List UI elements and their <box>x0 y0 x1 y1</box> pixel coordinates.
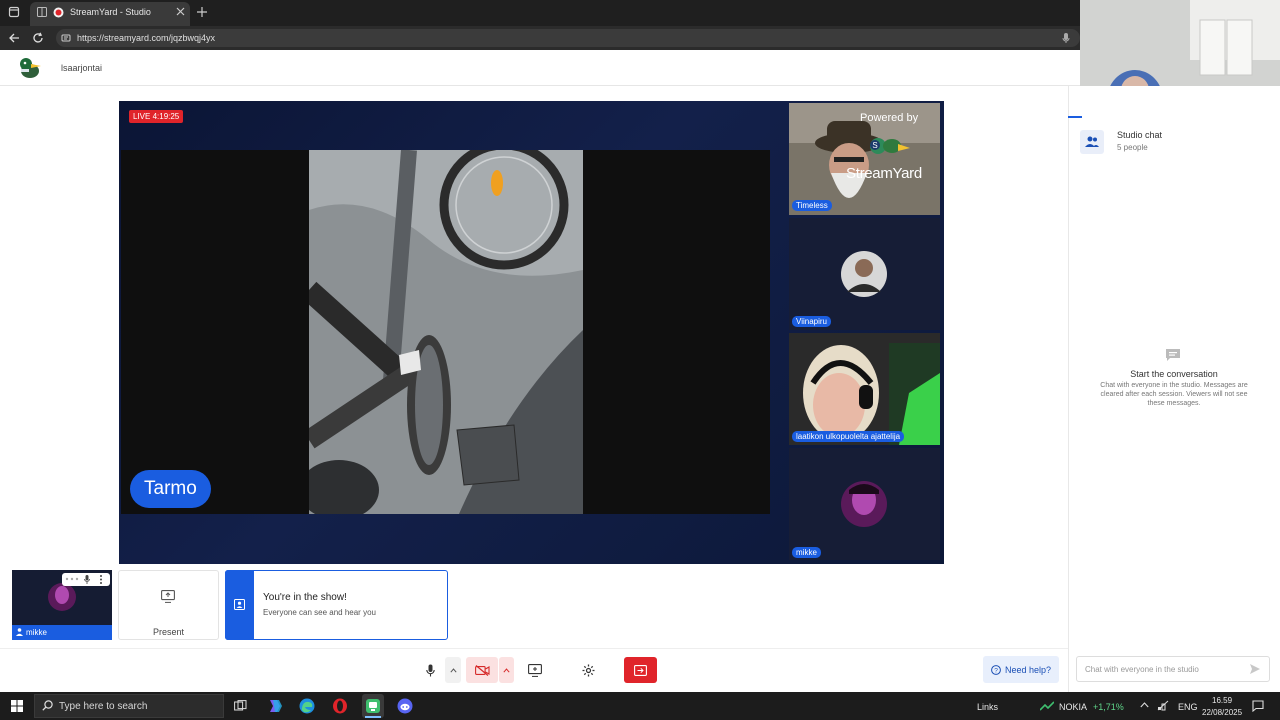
taskbar-search-placeholder: Type here to search <box>59 701 148 712</box>
camera-options-button[interactable] <box>499 657 514 683</box>
show-status-card <box>225 570 448 640</box>
tile-label-mikke: mikke <box>792 547 821 558</box>
settings-button[interactable] <box>574 657 602 683</box>
network-icon[interactable] <box>1157 700 1169 711</box>
need-help-button[interactable]: ? Need help? <box>983 656 1059 683</box>
streamyard-brand-text: StreamYard <box>846 165 922 182</box>
send-icon[interactable] <box>1250 664 1260 674</box>
show-status-description: Everyone can see and hear you <box>263 608 376 617</box>
window-menu-icon[interactable] <box>8 6 20 18</box>
on-stage-icon <box>234 599 245 610</box>
copilot-app-icon[interactable] <box>267 698 283 714</box>
chat-title: Studio chat <box>1117 130 1163 140</box>
tile-label-timeless: Timeless <box>792 200 832 211</box>
participant-tile-viinapiru[interactable] <box>789 218 940 330</box>
streamyard-duck-logo-icon: S <box>868 133 912 163</box>
svg-text:?: ? <box>994 667 998 674</box>
self-options-icon[interactable] <box>99 575 103 584</box>
notifications-icon[interactable] <box>1252 700 1264 712</box>
active-app-indicator <box>365 716 381 718</box>
main-video-feed <box>309 150 583 514</box>
show-status-title: You're in the show! <box>263 592 347 603</box>
new-tab-icon[interactable] <box>196 6 208 18</box>
leave-studio-button[interactable] <box>624 657 657 683</box>
mic-options-button[interactable] <box>445 657 461 683</box>
stock-change: +1,71% <box>1093 702 1124 712</box>
back-arrow-icon[interactable] <box>8 32 20 44</box>
present-label: Present <box>152 627 185 637</box>
svg-text:S: S <box>872 141 877 150</box>
tab-title: StreamYard - Studio <box>70 7 151 17</box>
language-indicator[interactable]: ENG <box>1178 702 1198 712</box>
url-text: https://streamyard.com/jqzbwqj4yx <box>77 33 216 43</box>
share-screen-button[interactable] <box>521 657 549 683</box>
active-app-icon[interactable] <box>365 698 381 714</box>
clock-time[interactable]: 16.59 <box>1212 696 1232 705</box>
tray-chevron-icon[interactable] <box>1140 702 1149 708</box>
more-dots-icon[interactable] <box>65 576 79 582</box>
broadcast-name[interactable]: lsaarjontai <box>61 63 102 73</box>
mic-in-use-icon[interactable] <box>1062 32 1070 44</box>
reload-icon[interactable] <box>32 32 44 44</box>
stock-name[interactable]: NOKIA <box>1059 702 1087 712</box>
chat-tab-indicator <box>1068 116 1082 118</box>
search-icon <box>42 700 53 711</box>
opera-browser-icon[interactable] <box>332 698 348 714</box>
stock-trend-icon <box>1040 701 1054 711</box>
participant-tile-mikke[interactable] <box>789 448 940 560</box>
site-info-icon[interactable] <box>61 33 71 43</box>
participant-tile-laatikon[interactable] <box>789 333 940 445</box>
tile-label-viinapiru: Viinapiru <box>792 316 831 327</box>
tab-grid-icon <box>37 7 47 17</box>
chat-empty-description: Chat with everyone in the studio. Messag… <box>1100 382 1248 407</box>
help-circle-icon: ? <box>991 664 1001 675</box>
task-view-icon[interactable] <box>234 700 247 712</box>
mute-mic-button[interactable] <box>416 657 444 683</box>
recording-favicon-icon <box>53 7 64 18</box>
chat-input[interactable] <box>1076 656 1270 682</box>
tab-close-icon[interactable] <box>176 7 185 16</box>
clock-date[interactable]: 22/08/2025 <box>1202 708 1242 717</box>
edge-browser-icon[interactable] <box>299 698 315 714</box>
chat-empty-title: Start the conversation <box>1130 369 1218 379</box>
chat-bubble-icon <box>1165 348 1181 362</box>
self-view-name: mikke <box>12 625 112 640</box>
camera-off-button[interactable] <box>466 657 498 683</box>
tile-label-laatikon: laatikon ulkopuolelta ajattelija <box>792 431 905 442</box>
windows-start-icon[interactable] <box>11 700 23 712</box>
chat-people-count: 5 people <box>1117 143 1148 152</box>
streamyard-logo-icon[interactable] <box>16 55 44 81</box>
live-timer-badge: LIVE 4:19:25 <box>129 110 184 123</box>
powered-by-text: Powered by <box>860 112 919 124</box>
self-mic-icon[interactable] <box>84 575 90 584</box>
discord-app-icon[interactable] <box>397 698 413 714</box>
need-help-label: Need help? <box>1004 664 1052 675</box>
main-speaker-name-tag: Tarmo <box>130 470 211 508</box>
links-toolbar-label[interactable]: Links <box>977 702 998 712</box>
person-icon <box>16 628 23 636</box>
present-screen-icon <box>161 590 175 603</box>
studio-header <box>0 50 1080 86</box>
people-icon <box>1085 136 1099 147</box>
